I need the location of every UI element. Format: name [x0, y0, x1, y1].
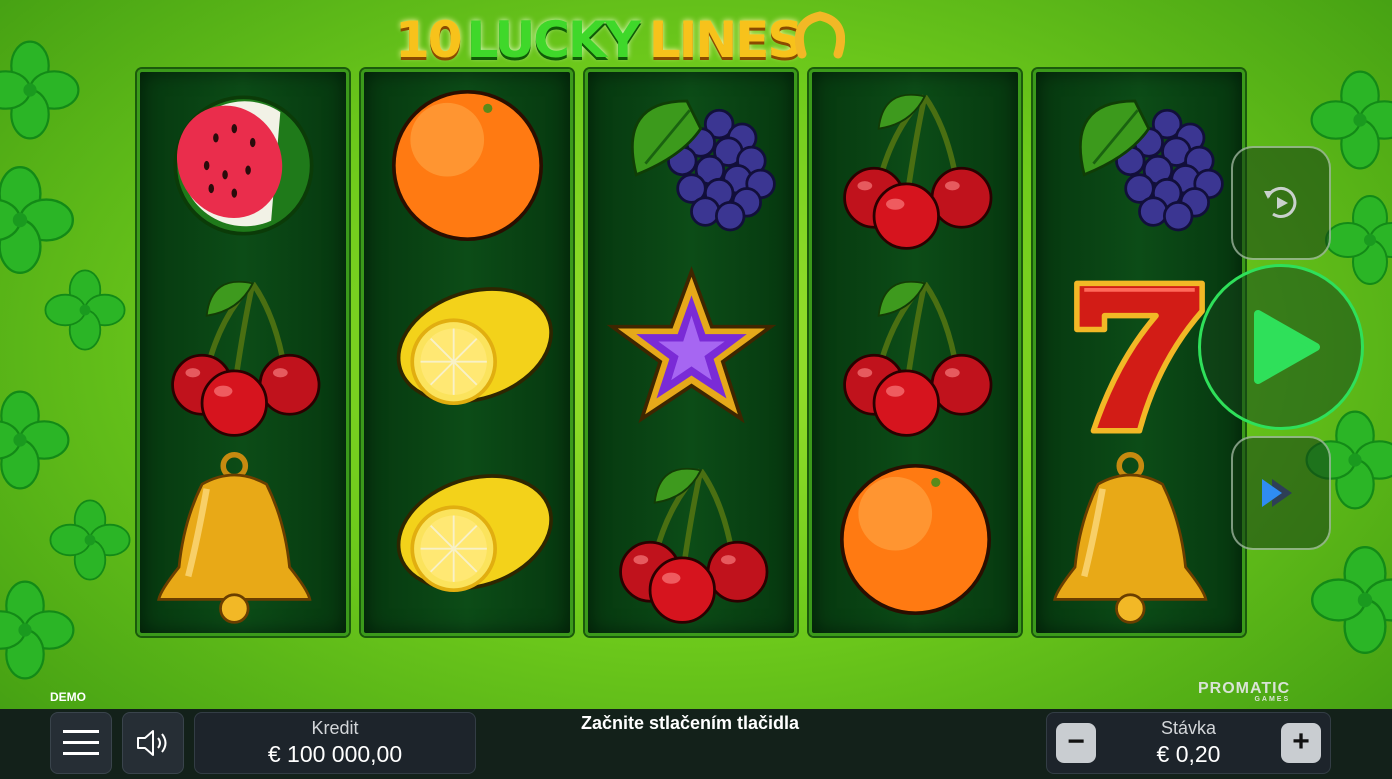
title-word-lucky: LUCKY: [466, 11, 641, 69]
bell-symbol: [140, 446, 346, 633]
bet-decrease-button[interactable]: −: [1056, 723, 1096, 763]
bet-panel: − Stávka € 0,20 +: [1046, 712, 1331, 774]
credit-label: Kredit: [311, 718, 359, 738]
menu-button[interactable]: [50, 712, 112, 774]
grapes-symbol: [588, 72, 794, 259]
speaker-icon: [137, 730, 167, 756]
credit-panel: Kredit € 100 000,00: [194, 712, 476, 774]
grapes-symbol: [1036, 72, 1242, 259]
lemon-icon: [381, 268, 555, 423]
turbo-button[interactable]: [1231, 436, 1331, 550]
hamburger-icon: [63, 730, 99, 755]
status-message: Začnite stlačením tlačidla: [580, 713, 800, 733]
bell-symbol: [1036, 446, 1242, 633]
cherries-symbol: [812, 72, 1018, 259]
orange-icon: [839, 463, 991, 616]
spin-button[interactable]: [1198, 264, 1364, 430]
credit-value: € 100 000,00: [267, 741, 403, 767]
cherries-symbol: [588, 446, 794, 633]
orange-symbol: [364, 72, 570, 259]
brand-name: PROMATIC: [1198, 680, 1291, 697]
grapes-icon: [1078, 99, 1224, 232]
title-word-lines: LINES: [648, 11, 803, 69]
orange-icon: [391, 89, 543, 242]
play-icon: [1254, 310, 1320, 384]
lemon-icon: [381, 455, 555, 610]
grapes-icon: [630, 99, 776, 232]
orange-symbol: [812, 446, 1018, 633]
lemon-symbol: [364, 446, 570, 633]
cherries-icon: [156, 265, 331, 440]
demo-label: DEMO: [50, 690, 86, 704]
lemon-symbol: [364, 259, 570, 446]
star-icon: [609, 269, 773, 421]
bell-icon: [1052, 452, 1227, 627]
game-title: 10 LUCKY LINES: [395, 8, 995, 72]
watermelon-icon: [156, 86, 314, 238]
watermelon-symbol: [140, 72, 346, 259]
bet-increase-button[interactable]: +: [1281, 723, 1321, 763]
autoplay-button[interactable]: [1231, 146, 1331, 260]
brand-subtitle: GAMES: [1254, 696, 1291, 703]
sound-button[interactable]: [122, 712, 184, 774]
cherries-symbol: [140, 259, 346, 446]
autoplay-icon: [1264, 187, 1297, 218]
star-symbol: [588, 259, 794, 446]
title-number: 10: [395, 11, 463, 69]
clover-decoration: [0, 20, 140, 720]
brand-logo: PROMATIC GAMES: [1198, 680, 1290, 703]
reel-2: [361, 69, 573, 636]
cherries-symbol: [812, 259, 1018, 446]
reel-3: [585, 69, 797, 636]
fast-forward-icon: [1262, 479, 1292, 507]
cherries-icon: [828, 265, 1003, 440]
horseshoe-icon: [795, 10, 845, 60]
bell-icon: [156, 452, 331, 627]
cherries-icon: [828, 78, 1003, 253]
cherries-icon: [604, 452, 779, 627]
reel-4: [809, 69, 1021, 636]
reel-1: [137, 69, 349, 636]
